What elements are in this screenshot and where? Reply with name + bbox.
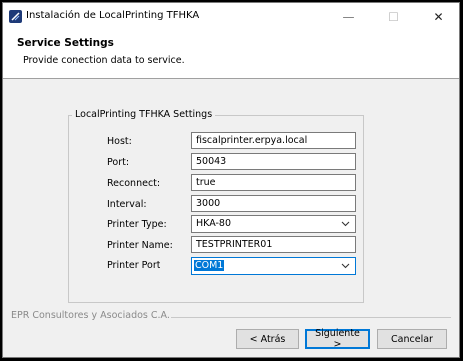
window-title: Instalación de LocalPrinting TFHKA [26, 10, 200, 21]
printer-port-label: Printer Port [107, 260, 161, 271]
chevron-down-icon [341, 263, 350, 269]
printer-name-input[interactable]: TESTPRINTER01 [191, 236, 356, 253]
wizard-header: Service Settings Provide conection data … [3, 30, 459, 79]
back-button[interactable]: < Atrás [236, 329, 299, 349]
close-icon: ✕ [433, 9, 444, 24]
footer-divider [171, 317, 451, 318]
interval-label: Interval: [107, 199, 147, 210]
cancel-button[interactable]: Cancelar [377, 329, 447, 349]
close-button[interactable]: ✕ [416, 3, 459, 30]
printer-type-select[interactable]: HKA-80 [191, 215, 356, 233]
chevron-down-icon [341, 221, 350, 227]
printer-port-value: COM1 [194, 260, 225, 271]
minimize-button[interactable]: — [326, 3, 371, 30]
page-description: Provide conection data to service. [23, 55, 185, 66]
interval-input[interactable]: 3000 [191, 195, 356, 212]
minimize-icon: — [342, 9, 355, 24]
maximize-icon: ☐ [388, 9, 399, 24]
next-button[interactable]: Siguiente > [305, 328, 370, 350]
printer-name-label: Printer Name: [107, 240, 173, 251]
reconnect-label: Reconnect: [107, 178, 161, 189]
port-label: Port: [107, 157, 130, 168]
installer-window: Instalación de LocalPrinting TFHKA — ☐ ✕… [2, 2, 460, 358]
host-input[interactable]: fiscalprinter.erpya.local [191, 132, 356, 149]
host-label: Host: [107, 136, 132, 147]
maximize-button[interactable]: ☐ [371, 3, 416, 30]
page-title: Service Settings [17, 37, 114, 49]
printer-type-value: HKA-80 [196, 218, 232, 229]
settings-group-title: LocalPrinting TFHKA Settings [72, 109, 216, 120]
printer-type-label: Printer Type: [107, 219, 167, 230]
brand-label: EPR Consultores y Asociados C.A. [11, 310, 170, 321]
reconnect-input[interactable]: true [191, 174, 356, 191]
port-input[interactable]: 50043 [191, 153, 356, 170]
installer-icon [9, 10, 22, 23]
title-bar[interactable]: Instalación de LocalPrinting TFHKA — ☐ ✕ [3, 3, 459, 30]
printer-port-select[interactable]: COM1 [191, 257, 356, 275]
